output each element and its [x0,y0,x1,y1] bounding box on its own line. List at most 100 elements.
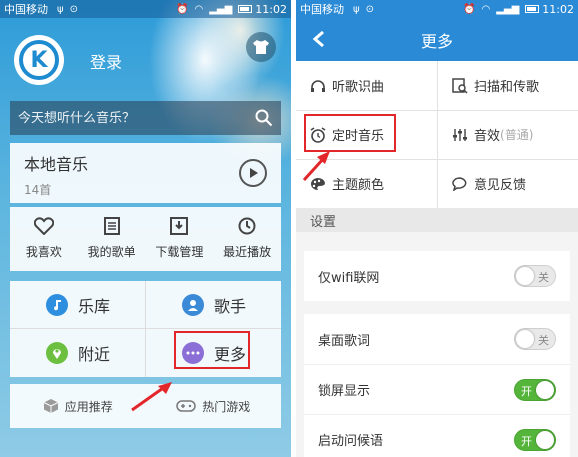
local-music-title: 本地音乐 [24,155,89,174]
usb-icon: ψ [57,3,64,15]
quick-link-label: 下载管理 [155,245,204,259]
equalizer-icon [453,128,467,141]
playlist-icon [103,217,120,235]
settings-group: 仅wifi联网 关 [304,251,570,301]
feature-label: 主题颜色 [332,178,385,193]
grid-item-label: 附近 [78,345,111,364]
wifi-icon: ◠ [194,3,204,15]
bottom-link-label: 应用推荐 [64,399,113,414]
feature-song-recognition[interactable]: 听歌识曲 [296,61,437,110]
search-input[interactable] [18,110,255,126]
pointer-arrow-icon [302,151,330,182]
quick-link-label: 最近播放 [223,245,272,259]
cube-icon [43,399,58,413]
grid-item-library[interactable]: 乐库 [10,281,145,329]
top-bar: 更多 [296,18,578,61]
chevron-left-icon [312,30,324,48]
local-music-card[interactable]: 本地音乐 14首 [10,143,281,203]
heart-icon [33,217,54,235]
app-logo[interactable]: K [14,35,64,85]
download-icon [170,217,189,235]
feature-label: 音效 [474,129,501,144]
alarm-icon: ⏰ [176,3,189,15]
clock-time: 11:02 [255,2,287,16]
toggle-state: 开 [521,384,532,398]
quick-link-playlists[interactable]: 我的歌单 [78,207,146,271]
grid-item-singers[interactable]: 歌手 [146,281,281,329]
setting-wifi-only[interactable]: 仅wifi联网 关 [304,251,570,301]
quick-link-recent[interactable]: 最近播放 [213,207,281,271]
play-button[interactable] [239,159,267,187]
clock-icon [238,217,256,235]
notification-icon: ⊙ [365,3,374,15]
quick-link-favorites[interactable]: 我喜欢 [10,207,78,271]
grid-item-label: 歌手 [214,297,247,316]
toggle-switch[interactable]: 关 [514,265,556,287]
quick-link-label: 我喜欢 [25,245,62,259]
feature-label: 扫描和传歌 [474,80,540,95]
toggle-state: 关 [538,334,549,347]
tshirt-icon [253,40,269,54]
setting-greeting[interactable]: 启动问候语 开 [304,414,570,457]
pointer-arrow-icon [131,382,172,412]
setting-desktop-lyrics[interactable]: 桌面歌词 关 [304,314,570,364]
toggle-knob [536,430,554,449]
status-bar: 中国移动 ψ ⊙ ⏰ ◠ ▂▄▆ 11:02 [0,0,291,18]
logo-k-icon: K [19,40,59,80]
local-music-count: 14首 [24,183,52,197]
feature-sound-effects[interactable]: 音效 (普通) [438,110,578,159]
highlight-box [304,114,396,152]
feature-feedback[interactable]: 意见反馈 [438,159,578,208]
notification-icon: ⊙ [69,3,78,15]
bottom-link-label: 热门游戏 [202,399,251,414]
setting-label: 启动问候语 [318,434,384,449]
gamepad-icon [176,400,196,412]
feature-scan-transfer[interactable]: 扫描和传歌 [438,61,578,110]
quick-link-label: 我的歌单 [87,245,136,259]
search-bar[interactable] [10,101,281,135]
login-link[interactable]: 登录 [90,49,122,73]
highlight-box [174,331,250,369]
feature-suffix: (普通) [500,128,534,142]
toggle-switch[interactable]: 开 [514,428,556,451]
toggle-switch[interactable]: 关 [514,328,556,350]
toggle-knob [516,267,534,285]
singer-icon [182,294,204,316]
setting-label: 仅wifi联网 [318,270,380,286]
grid-item-nearby[interactable]: 附近 [10,329,145,377]
grid-item-label: 乐库 [78,297,111,316]
status-bar: 中国移动 ψ ⊙ ⏰ ◠ ▂▄▆ 11:02 [296,0,578,18]
play-icon [250,168,258,178]
toggle-state: 开 [521,434,532,448]
quick-links: 我喜欢 我的歌单 下载管理 最近播放 [10,207,281,271]
setting-lockscreen[interactable]: 锁屏显示 开 [304,364,570,414]
quick-link-downloads[interactable]: 下载管理 [146,207,214,271]
search-icon[interactable] [255,109,273,127]
location-icon [46,342,68,364]
feature-label: 听歌识曲 [332,80,385,95]
music-note-icon [46,294,68,316]
signal-icon: ▂▄▆ [496,3,520,15]
headphones-icon [311,79,325,92]
alarm-icon: ⏰ [463,3,476,15]
setting-label: 桌面歌词 [318,333,371,349]
toggle-switch[interactable]: 开 [514,378,556,401]
toggle-knob [516,330,534,348]
main-screen: 中国移动 ψ ⊙ ⏰ ◠ ▂▄▆ 11:02 K 登录 本地音乐 14首 [0,0,291,457]
setting-label: 锁屏显示 [318,384,371,399]
wifi-icon: ◠ [481,3,491,15]
carrier-label: 中国移动 [300,3,344,16]
app-recommend-link[interactable]: 应用推荐 [10,384,146,428]
clock-time: 11:02 [542,2,574,16]
toggle-knob [536,380,554,399]
page-title: 更多 [420,31,453,51]
back-button[interactable] [308,28,330,50]
skin-button[interactable] [246,32,276,62]
usb-icon: ψ [353,3,360,15]
settings-group: 桌面歌词 关 锁屏显示 开 启动问候语 开 [304,314,570,457]
scan-icon [452,77,468,94]
battery-icon [238,5,253,13]
more-screen: 中国移动 ψ ⊙ ⏰ ◠ ▂▄▆ 11:02 更多 听歌识曲 扫描和传歌 定时音… [296,0,578,457]
section-header: 设置 [296,208,578,232]
carrier-label: 中国移动 [4,3,48,16]
